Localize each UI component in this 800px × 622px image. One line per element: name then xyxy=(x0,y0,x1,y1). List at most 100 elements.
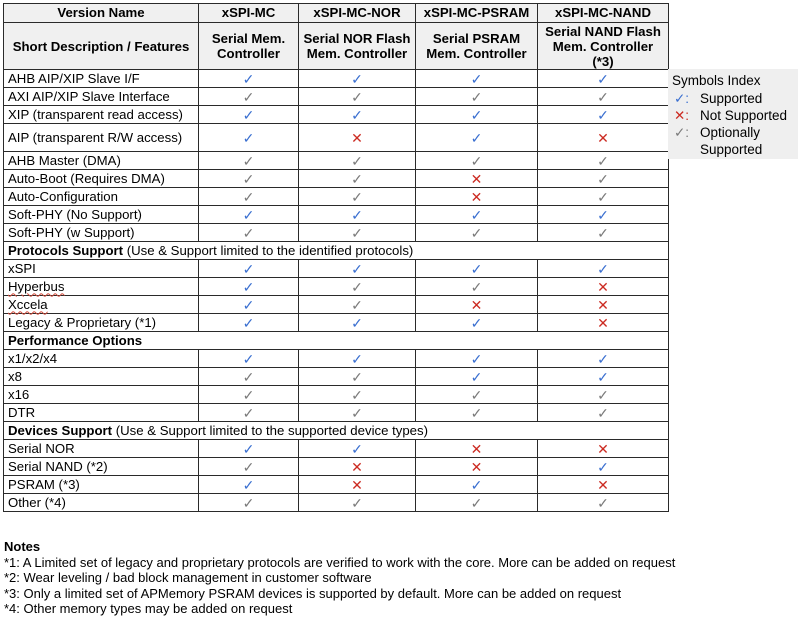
checkmark-optional-icon: ✓ xyxy=(351,494,363,511)
support-cell: ✓ xyxy=(198,349,299,368)
feature-label: Soft-PHY (w Support) xyxy=(8,224,135,240)
note-item: *3: Only a limited set of APMemory PSRAM… xyxy=(4,585,622,601)
version-name-xspi-mc-psram: xSPI-MC-PSRAM xyxy=(415,3,538,23)
checkmark-optional-icon: ✓ xyxy=(351,368,363,385)
support-cell: ✓ xyxy=(415,475,538,494)
support-cell: ✓ xyxy=(298,223,416,242)
table-row: x1/x2/x4 ✓ ✓ ✓ ✓ xyxy=(3,349,669,368)
checkmark-optional-icon: ✓ xyxy=(351,170,363,187)
checkmark-supported-icon: ✓ xyxy=(351,260,363,277)
checkmark-supported-icon: ✓ xyxy=(242,129,255,146)
legend-label: Supported xyxy=(700,91,763,106)
checkmark-optional-icon: ✓ xyxy=(470,278,483,295)
checkmark-optional-icon: ✓: xyxy=(674,125,690,140)
support-cell: ✓ xyxy=(537,223,669,242)
legend-label: Optionally Supported xyxy=(700,125,763,157)
checkmark-supported-icon: ✓ xyxy=(597,70,609,87)
checkmark-optional-icon: ✓ xyxy=(597,386,609,403)
version-name-row: Version Name xSPI-MC xSPI-MC-NOR xSPI-MC… xyxy=(3,3,669,23)
feature-label: Legacy & Proprietary (*1) xyxy=(8,314,157,330)
section-header-row: Performance Options xyxy=(3,331,669,350)
checkmark-supported-icon: ✓ xyxy=(470,129,483,146)
support-cell: ✓ xyxy=(415,87,538,106)
support-cell: ✕ xyxy=(415,457,538,476)
feature-label: Auto-Configuration xyxy=(8,188,118,204)
support-cell: ✕ xyxy=(298,475,416,494)
checkmark-supported-icon: ✓ xyxy=(351,314,363,331)
feature-label: DTR xyxy=(8,404,36,420)
support-cell: ✓ xyxy=(298,69,416,88)
table-row: Serial NAND (*2) ✓ ✕ ✕ ✓ xyxy=(3,457,669,476)
checkmark-optional-icon: ✓ xyxy=(351,296,363,313)
checkmark-supported-icon: ✓ xyxy=(242,70,255,87)
feature-label: Other (*4) xyxy=(8,494,66,510)
legend-title: Symbols Index xyxy=(672,73,761,88)
table-row: AIP (transparent R/W access) ✓ ✕ ✓ ✕ xyxy=(3,123,669,152)
support-cell: ✓ xyxy=(415,123,538,152)
cross-not-supported-icon: ✕ xyxy=(351,476,363,493)
section-subtitle: (Use & Support limited to the supported … xyxy=(112,422,429,438)
support-cell: ✓ xyxy=(415,205,538,224)
support-cell: ✓ xyxy=(537,403,669,422)
feature-name: Soft-PHY (No Support) xyxy=(3,205,199,224)
checkmark-supported-icon: ✓ xyxy=(242,206,255,223)
checkmark-optional-icon: ✓ xyxy=(470,494,483,511)
support-cell: ✓ xyxy=(298,205,416,224)
cross-not-supported-icon: ✕ xyxy=(470,458,483,475)
legend-item: ✓: Optionally Supported xyxy=(672,124,798,158)
table-row: Xccela ✓ ✓ ✕ ✕ xyxy=(3,295,669,314)
support-cell: ✓ xyxy=(537,105,669,124)
support-cell: ✓ xyxy=(198,123,299,152)
cross-not-supported-icon: ✕: xyxy=(674,108,690,123)
checkmark-optional-icon: ✓ xyxy=(470,386,483,403)
feature-name: Xccela xyxy=(3,295,199,314)
section-header: Devices Support (Use & Support limited t… xyxy=(3,421,669,440)
cross-not-supported-icon: ✕ xyxy=(351,129,363,146)
support-cell: ✓ xyxy=(415,367,538,386)
checkmark-supported-icon: ✓ xyxy=(351,440,363,457)
support-cell: ✓ xyxy=(537,457,669,476)
feature-label: AIP (transparent R/W access) xyxy=(8,129,183,145)
checkmark-supported-icon: ✓ xyxy=(242,278,255,295)
checkmark-optional-icon: ✓ xyxy=(242,170,255,187)
description-xspi-mc-nor: Serial NOR Flash Mem. Controller xyxy=(298,22,416,70)
checkmark-supported-icon: ✓ xyxy=(597,350,609,367)
checkmark-optional-icon: ✓ xyxy=(242,458,255,475)
checkmark-optional-icon: ✓ xyxy=(351,88,363,105)
checkmark-supported-icon: ✓ xyxy=(242,314,255,331)
support-cell: ✕ xyxy=(537,439,669,458)
checkmark-optional-icon: ✓ xyxy=(242,152,255,169)
support-cell: ✓ xyxy=(198,151,299,170)
description-xspi-mc-psram: Serial PSRAM Mem. Controller xyxy=(415,22,538,70)
note-item: *1: A Limited set of legacy and propriet… xyxy=(4,554,676,570)
feature-name: AHB Master (DMA) xyxy=(3,151,199,170)
support-cell: ✕ xyxy=(298,123,416,152)
support-cell: ✓ xyxy=(198,105,299,124)
support-cell: ✓ xyxy=(298,367,416,386)
checkmark-supported-icon: ✓ xyxy=(242,260,255,277)
feature-label: Hyperbus xyxy=(8,278,65,294)
checkmark-optional-icon: ✓ xyxy=(351,188,363,205)
feature-name: Serial NOR xyxy=(3,439,199,458)
support-cell: ✓ xyxy=(198,169,299,188)
feature-label: AHB Master (DMA) xyxy=(8,152,121,168)
support-cell: ✓ xyxy=(415,259,538,278)
support-cell: ✓ xyxy=(198,277,299,296)
checkmark-optional-icon: ✓ xyxy=(470,88,483,105)
checkmark-supported-icon: ✓ xyxy=(242,476,255,493)
support-cell: ✓ xyxy=(415,313,538,332)
cross-not-supported-icon: ✕ xyxy=(597,296,609,313)
support-cell: ✓ xyxy=(198,385,299,404)
support-cell: ✓ xyxy=(537,169,669,188)
checkmark-supported-icon: ✓ xyxy=(242,350,255,367)
feature-label: Serial NAND (*2) xyxy=(8,458,108,474)
feature-comparison-table: Version Name xSPI-MC xSPI-MC-NOR xSPI-MC… xyxy=(3,3,669,512)
support-cell: ✓ xyxy=(298,385,416,404)
checkmark-supported-icon: ✓ xyxy=(470,350,483,367)
support-cell: ✓ xyxy=(198,259,299,278)
legend-item: ✓: Supported xyxy=(672,90,798,107)
feature-label: x8 xyxy=(8,368,22,384)
support-cell: ✕ xyxy=(537,475,669,494)
checkmark-optional-icon: ✓ xyxy=(597,88,609,105)
table-row: Soft-PHY (No Support) ✓ ✓ ✓ ✓ xyxy=(3,205,669,224)
